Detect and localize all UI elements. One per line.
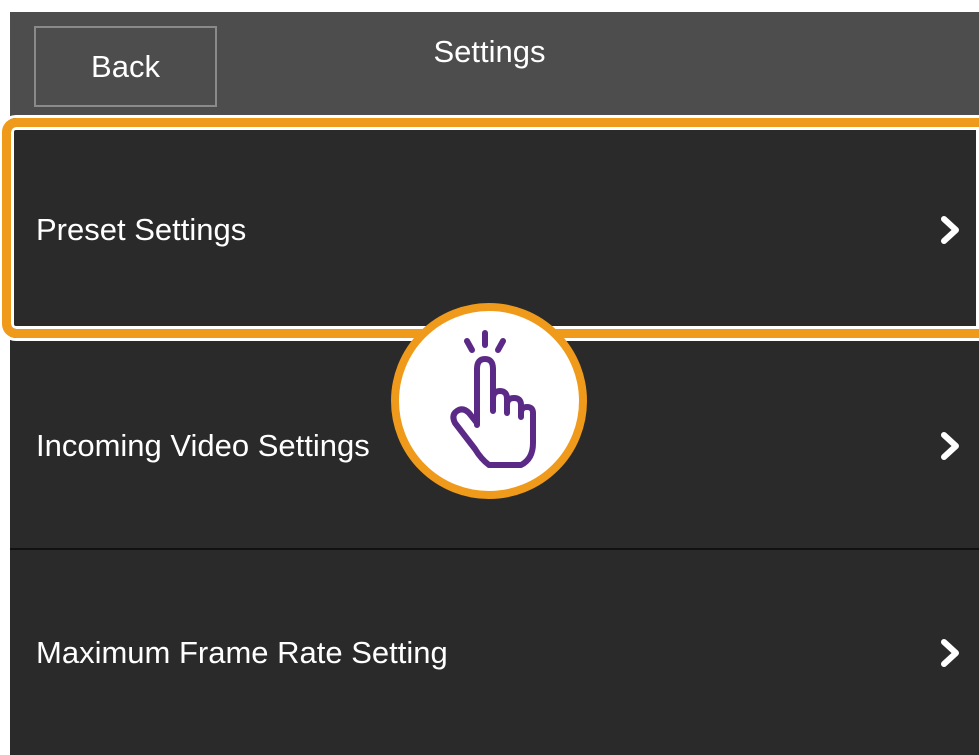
menu-item-maximum-frame-rate-setting[interactable]: Maximum Frame Rate Setting (10, 550, 979, 755)
menu-item-preset-settings[interactable]: Preset Settings (10, 116, 979, 343)
chevron-right-icon (941, 638, 959, 667)
back-button[interactable]: Back (34, 26, 217, 107)
menu-item-incoming-video-settings[interactable]: Incoming Video Settings (10, 343, 979, 550)
menu-item-label: Incoming Video Settings (36, 427, 370, 463)
menu-item-label: Preset Settings (36, 211, 247, 247)
header-bar: Back (10, 12, 979, 116)
chevron-right-icon (941, 215, 959, 244)
menu-item-label: Maximum Frame Rate Setting (36, 634, 448, 670)
chevron-right-icon (941, 431, 959, 460)
settings-screen: Back Preset Settings Incoming Video Sett… (10, 12, 979, 755)
